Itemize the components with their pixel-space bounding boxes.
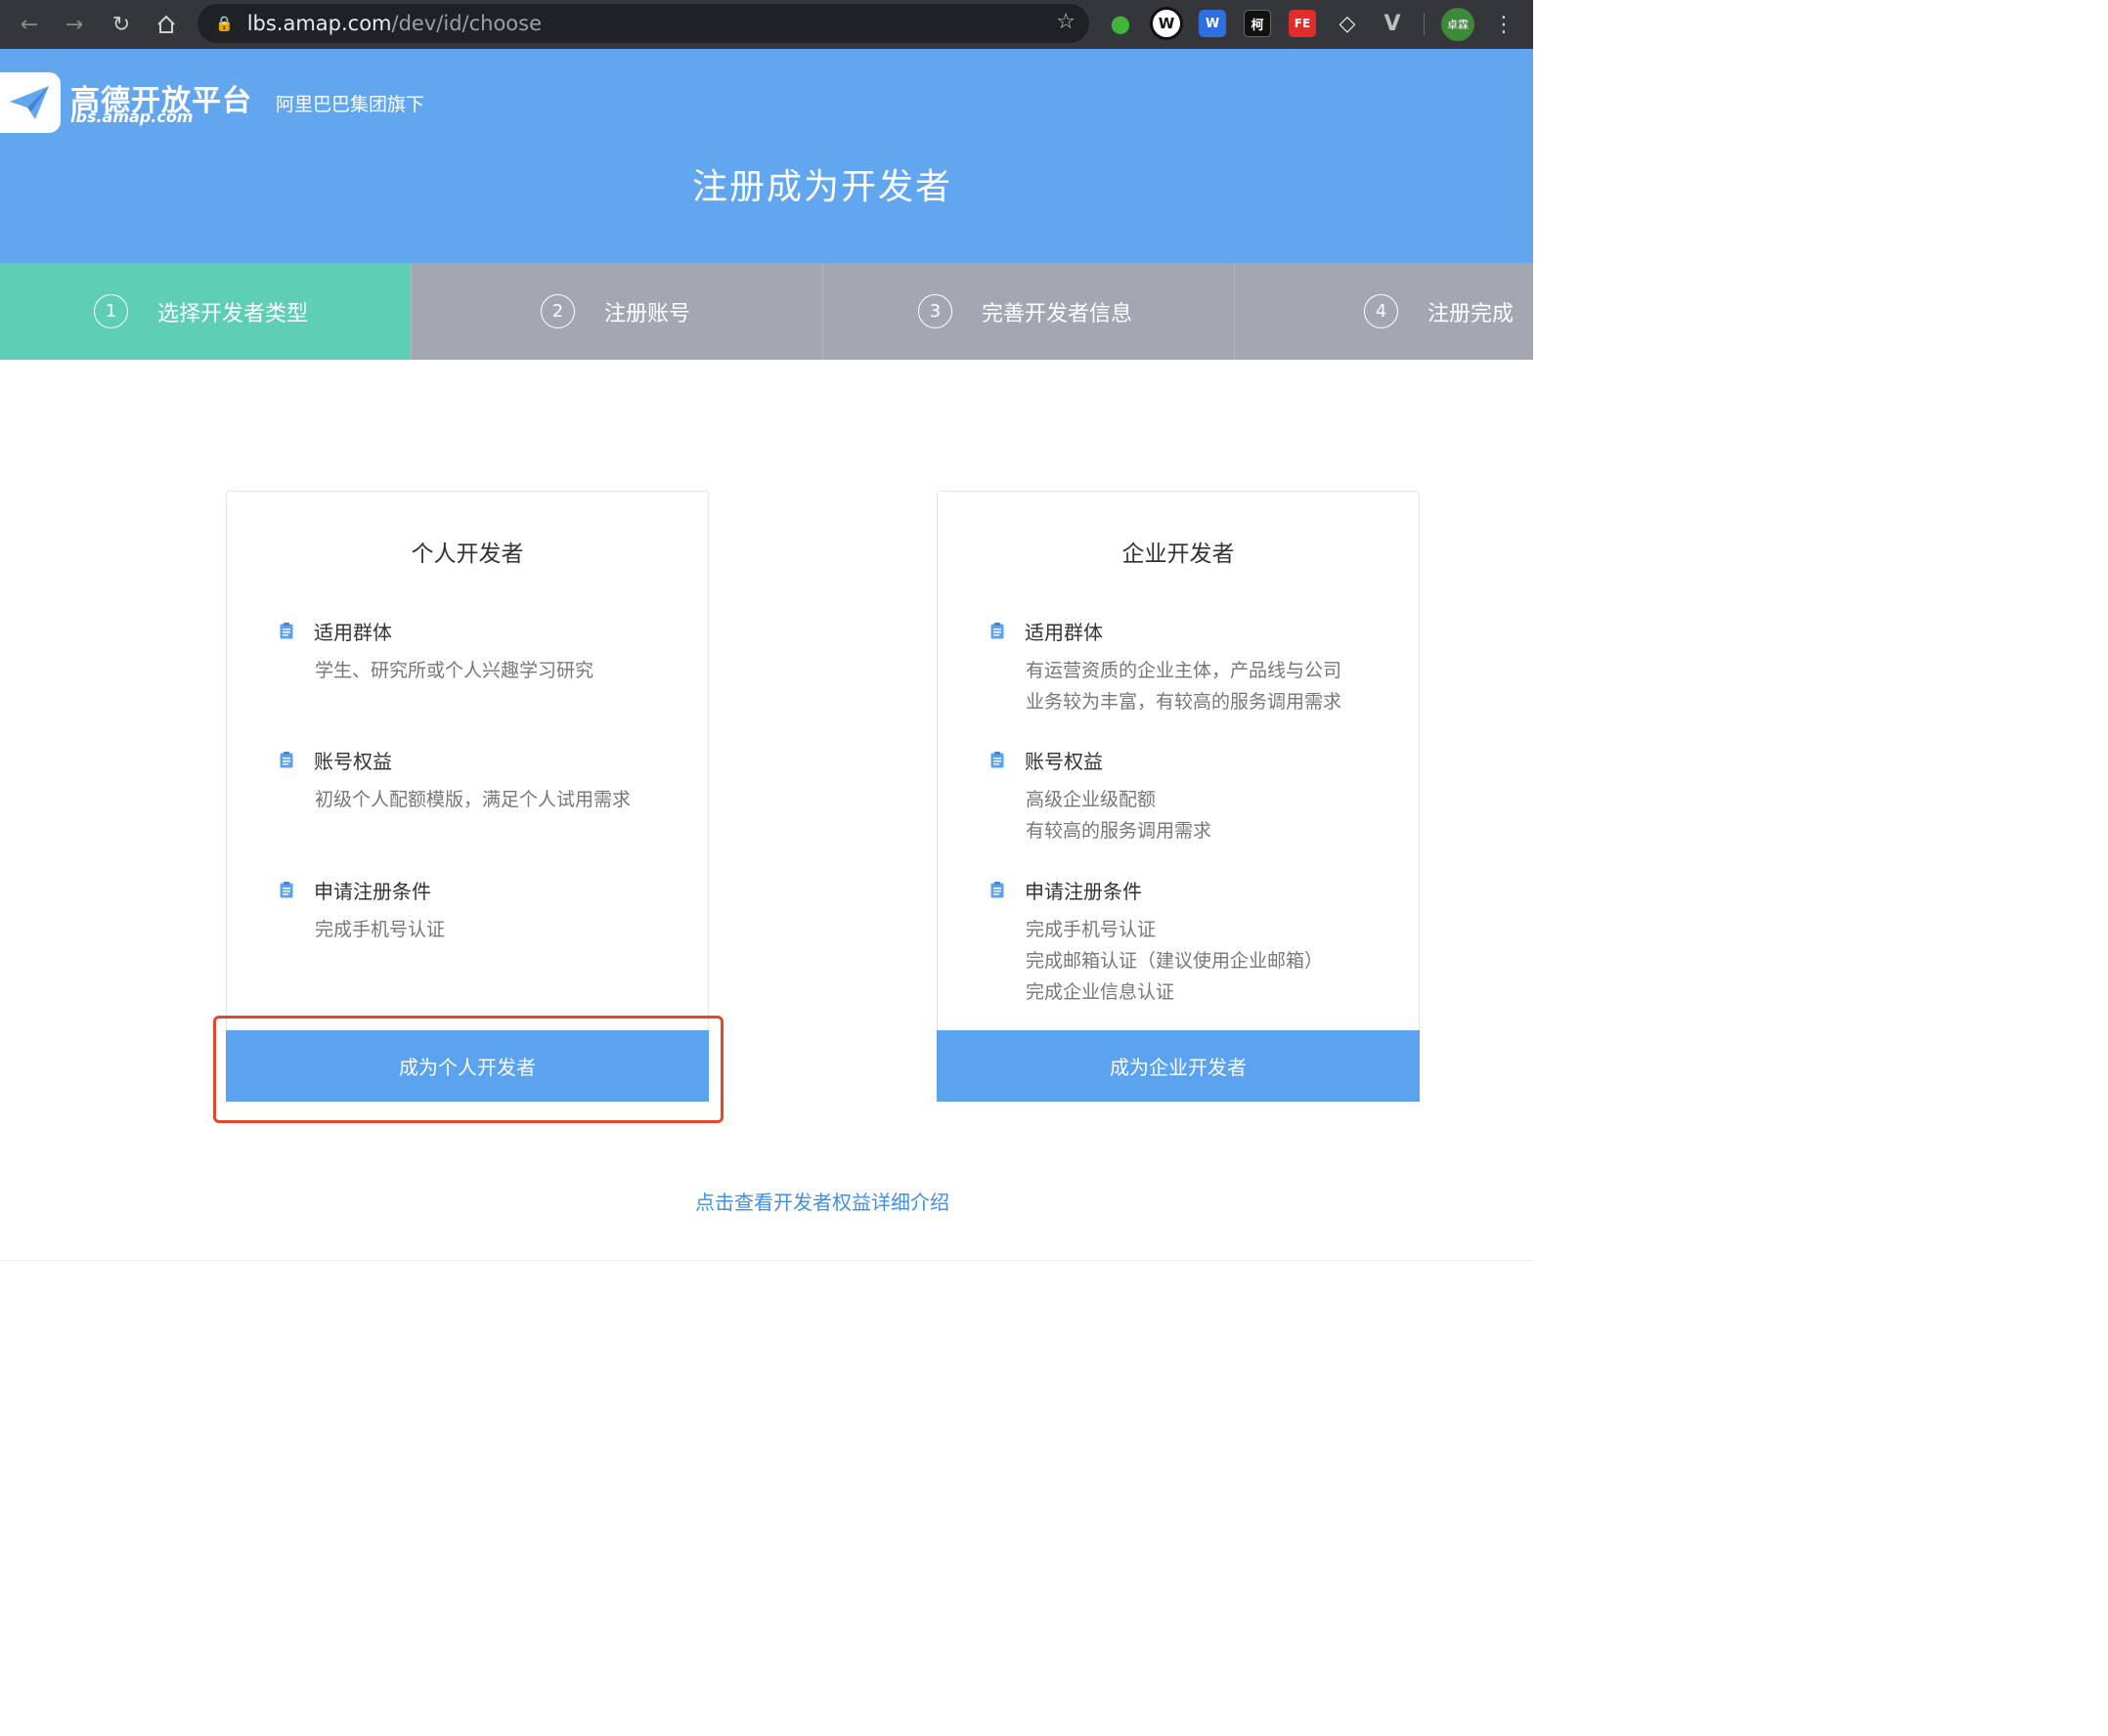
lock-icon: 🔒 [215,15,234,32]
divider [0,1260,1533,1261]
section-registration-conditions: 申请注册条件 完成手机号认证 完成邮箱认证（建议使用企业邮箱） 完成企业信息认证 [990,876,1323,1008]
section-line: 完成手机号认证 [315,919,446,940]
w-extension-icon[interactable]: W [1199,10,1226,37]
section-title: 申请注册条件 [1025,880,1142,903]
step-label: 选择开发者类型 [157,301,309,326]
step-register-account: 2 注册账号 [411,263,822,360]
home-icon[interactable] [149,7,184,42]
clipboard-icon [990,752,1004,768]
card-title: 个人开发者 [411,542,524,567]
section-line: 业务较为丰富，有较高的服务调用需求 [1026,691,1342,713]
section-account-benefits: 账号权益 高级企业级配额 有较高的服务调用需求 [990,746,1211,846]
step-number: 3 [918,294,952,328]
forward-arrow-icon[interactable]: → [57,7,92,42]
step-label: 注册账号 [604,301,691,326]
highlight-annotation [213,1016,724,1123]
page-title: 注册成为开发者 [691,167,952,207]
evernote-extension-icon[interactable]: ● [1107,10,1134,37]
paper-plane-icon[interactable] [0,72,61,133]
section-title: 申请注册条件 [314,880,431,903]
profile-avatar[interactable]: 卓霖 [1441,8,1474,41]
step-number: 2 [541,294,575,328]
section-title: 账号权益 [1025,750,1103,773]
section-line: 有运营资质的企业主体，产品线与公司 [1026,660,1342,681]
back-arrow-icon[interactable]: ← [12,7,47,42]
section-line: 有较高的服务调用需求 [1026,820,1212,842]
section-title: 账号权益 [314,750,392,773]
reload-icon[interactable]: ↻ [104,7,139,42]
step-choose-type: 1 选择开发者类型 [0,263,411,360]
step-finished: 4 注册完成 [1234,263,1533,360]
clipboard-icon [280,623,293,639]
registration-steps: 1 选择开发者类型 2 注册账号 3 完善开发者信息 4 注册完成 [0,263,1533,360]
section-target-group: 适用群体 有运营资质的企业主体，产品线与公司 业务较为丰富，有较高的服务调用需求 [990,617,1341,717]
step-number: 1 [94,294,128,328]
section-registration-conditions: 申请注册条件 完成手机号认证 [280,876,445,945]
vue-extension-icon[interactable]: V [1379,10,1406,37]
clipboard-icon [280,882,293,898]
step-label: 注册完成 [1427,301,1515,326]
step-label: 完善开发者信息 [982,301,1133,326]
step-complete-info: 3 完善开发者信息 [822,263,1234,360]
section-target-group: 适用群体 学生、研究所或个人兴趣学习研究 [280,617,593,686]
fe-extension-icon[interactable]: FE [1289,10,1316,37]
become-enterprise-developer-button[interactable]: 成为企业开发者 [937,1030,1420,1102]
site-header: 高德开放平台 lbs.amap.com 阿里巴巴集团旗下 注册成为开发者 [0,49,1533,263]
toolbar-divider [1424,14,1425,35]
enterprise-developer-card: 企业开发者 适用群体 有运营资质的企业主体，产品线与公司 业务较为丰富，有较高的… [937,491,1420,1102]
more-menu-icon[interactable]: ⋮ [1490,9,1517,40]
section-line: 学生、研究所或个人兴趣学习研究 [315,660,594,681]
section-line: 完成邮箱认证（建议使用企业邮箱） [1026,950,1324,972]
wappalyzer-extension-icon[interactable]: W [1150,7,1183,40]
section-line: 初级个人配额模版，满足个人试用需求 [315,789,632,810]
benefits-detail-link[interactable]: 点击查看开发者权益详细介绍 [0,1187,1645,1215]
url-path: /dev/id/choose [391,12,543,35]
section-account-benefits: 账号权益 初级个人配额模版，满足个人试用需求 [280,746,631,815]
card-title: 企业开发者 [1121,542,1235,567]
section-line: 高级企业级配额 [1026,789,1157,810]
browser-toolbar: ← → ↻ 🔒 lbs.amap.com/dev/id/choose ☆ ● W… [0,0,1533,49]
section-title: 适用群体 [1025,621,1103,644]
url-host: lbs.amap.com [246,12,392,35]
section-title: 适用群体 [314,621,392,644]
gem-extension-icon[interactable]: ◇ [1334,10,1361,37]
clipboard-icon [280,752,293,768]
logo-subtext[interactable]: lbs.amap.com [70,108,193,126]
ke-extension-icon[interactable]: 柯 [1244,10,1271,37]
section-line: 完成企业信息认证 [1026,981,1175,1003]
step-number: 4 [1364,294,1398,328]
group-affiliation: 阿里巴巴集团旗下 [276,94,425,115]
bookmark-star-icon[interactable]: ☆ [1056,10,1076,34]
address-bar[interactable]: 🔒 lbs.amap.com/dev/id/choose ☆ [198,4,1089,43]
personal-developer-card: 个人开发者 适用群体 学生、研究所或个人兴趣学习研究 账号权益 初级个人配额模版… [226,491,709,1102]
clipboard-icon [990,882,1004,898]
clipboard-icon [990,623,1004,639]
section-line: 完成手机号认证 [1026,919,1157,940]
